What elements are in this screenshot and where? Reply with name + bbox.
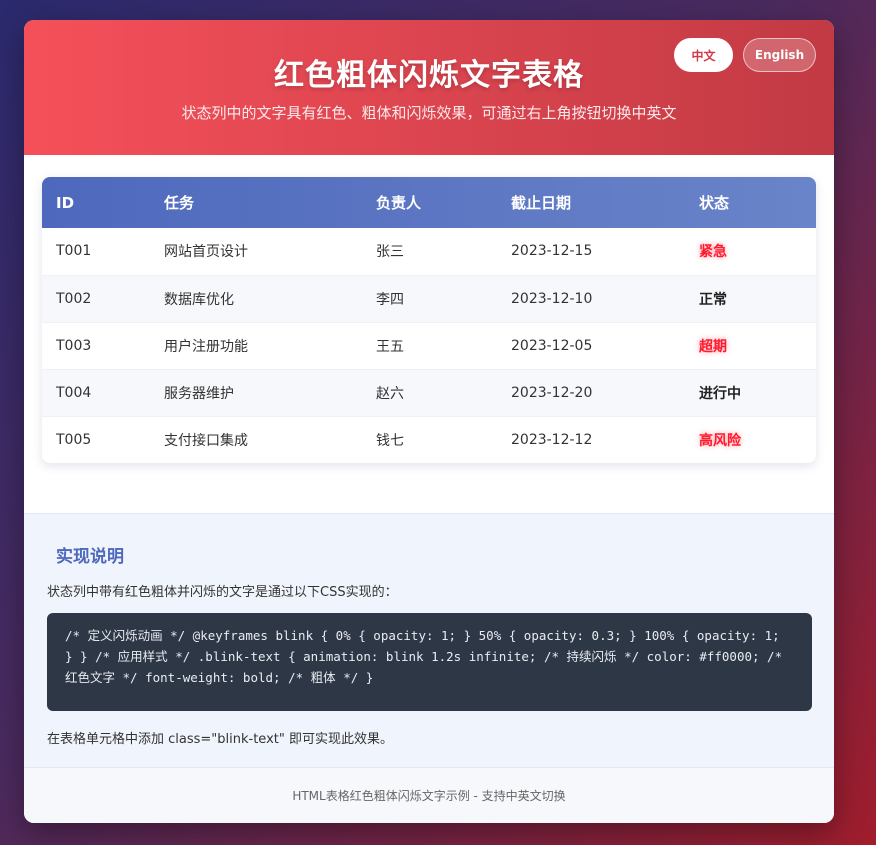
table-row: T004 服务器维护 赵六 2023-12-20 进行中 bbox=[42, 369, 816, 417]
cell-owner: 张三 bbox=[362, 228, 497, 276]
task-table: ID 任务 负责人 截止日期 状态 T001 网站首页设计 张三 2023-12… bbox=[42, 177, 816, 463]
table-header-row: ID 任务 负责人 截止日期 状态 bbox=[42, 177, 816, 228]
cell-owner: 钱七 bbox=[376, 432, 404, 449]
lang-en-button[interactable]: English bbox=[743, 38, 816, 72]
cell-task: 数据库优化 bbox=[150, 275, 362, 323]
cell-id: T004 bbox=[42, 369, 150, 417]
cell-id: T002 bbox=[42, 275, 150, 323]
notes-intro: 状态列中带有红色粗体并闪烁的文字是通过以下CSS实现的： bbox=[47, 585, 398, 600]
column-header-id: ID bbox=[56, 193, 75, 212]
cell-status-blink: 超期 bbox=[685, 322, 816, 370]
cell-task: 网站首页设计 bbox=[150, 228, 362, 276]
cell-due: 2023-12-05 bbox=[497, 322, 685, 370]
cell-owner: 赵六 bbox=[362, 369, 497, 417]
column-header-task: 任务 bbox=[164, 194, 195, 212]
cell-owner: 王五 bbox=[362, 322, 497, 370]
page-subtitle: 状态列中的文字具有红色、粗体和闪烁效果，可通过右上角按钮切换中英文 bbox=[181, 104, 677, 122]
cell-id: T001 bbox=[42, 228, 150, 276]
column-header-due: 截止日期 bbox=[511, 194, 572, 212]
cell-due: 2023-12-20 bbox=[497, 369, 685, 417]
cell-status-blink: 高风险 bbox=[699, 432, 741, 449]
main-card: 红色粗体闪烁文字表格 状态列中的文字具有红色、粗体和闪烁效果，可通过右上角按钮切… bbox=[24, 20, 834, 823]
page-header: 红色粗体闪烁文字表格 状态列中的文字具有红色、粗体和闪烁效果，可通过右上角按钮切… bbox=[24, 20, 834, 155]
table-row: T001 网站首页设计 张三 2023-12-15 紧急 bbox=[42, 228, 816, 276]
page-footer: HTML表格红色粗体闪烁文字示例 - 支持中英文切换 bbox=[24, 767, 834, 823]
table-row: T003 用户注册功能 王五 2023-12-05 超期 bbox=[42, 322, 816, 370]
table-row: T002 数据库优化 李四 2023-12-10 正常 bbox=[42, 275, 816, 323]
lang-zh-button[interactable]: 中文 bbox=[674, 38, 733, 72]
cell-status: 正常 bbox=[685, 275, 816, 323]
language-switcher: 中文 English bbox=[674, 38, 816, 72]
cell-due: 2023-12-15 bbox=[497, 228, 685, 276]
notes-outro: 在表格单元格中添加 class="blink-text" 即可实现此效果。 bbox=[47, 732, 393, 747]
cell-task: 用户注册功能 bbox=[150, 322, 362, 370]
cell-id: T003 bbox=[42, 322, 150, 370]
implementation-notes: 实现说明 状态列中带有红色粗体并闪烁的文字是通过以下CSS实现的： /* 定义闪… bbox=[24, 513, 834, 767]
cell-task: 服务器维护 bbox=[150, 369, 362, 417]
cell-owner: 李四 bbox=[362, 275, 497, 323]
column-header-owner: 负责人 bbox=[376, 194, 422, 212]
cell-id: T005 bbox=[56, 431, 92, 448]
cell-due: 2023-12-10 bbox=[497, 275, 685, 323]
table-row: T005 支付接口集成 钱七 2023-12-12 高风险 bbox=[42, 416, 816, 463]
task-table-container: ID 任务 负责人 截止日期 状态 T001 网站首页设计 张三 2023-12… bbox=[42, 177, 816, 463]
cell-due: 2023-12-12 bbox=[511, 431, 593, 448]
column-header-status: 状态 bbox=[699, 194, 730, 212]
cell-status-blink: 紧急 bbox=[685, 228, 816, 276]
cell-task: 支付接口集成 bbox=[164, 432, 248, 449]
cell-status: 进行中 bbox=[685, 369, 816, 417]
css-code-block: /* 定义闪烁动画 */ @keyframes blink { 0% { opa… bbox=[47, 613, 812, 711]
notes-title: 实现说明 bbox=[56, 547, 124, 567]
